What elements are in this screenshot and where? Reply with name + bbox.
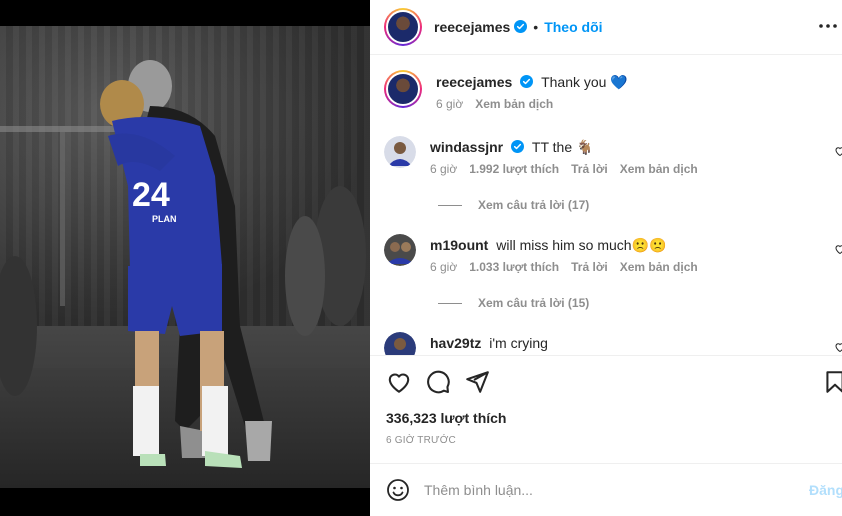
translate-link[interactable]: Xem bản dịch — [620, 162, 698, 176]
commenter-avatar[interactable] — [384, 332, 416, 356]
comment-text: TT the 🐐 — [531, 139, 594, 155]
comment-time[interactable]: 6 giờ — [430, 260, 457, 274]
verified-badge-icon — [510, 19, 528, 35]
verified-badge-icon — [516, 74, 534, 90]
bookmark-icon[interactable] — [822, 369, 842, 395]
comment-item: hav29tz i'm crying — [384, 332, 842, 356]
comments-list[interactable]: reecejames Thank you 💙 6 giờ Xem bản dịc… — [370, 56, 842, 356]
caption-text: Thank you — [541, 74, 607, 90]
comment-username[interactable]: windassjnr — [430, 139, 503, 155]
reply-button[interactable]: Trả lời — [571, 260, 608, 274]
verified-badge-icon — [507, 139, 525, 155]
send-icon[interactable] — [464, 369, 490, 395]
comment-bubble-icon[interactable] — [425, 369, 451, 395]
comment-text: will miss him so much🙁🙁 — [496, 237, 667, 253]
comment-input[interactable] — [424, 482, 784, 498]
view-replies-label: Xem câu trả lời (15) — [478, 296, 590, 310]
view-replies-button[interactable]: Xem câu trả lời (17) — [438, 198, 589, 212]
header-separator: • — [533, 19, 539, 35]
view-replies-button[interactable]: Xem câu trả lời (15) — [438, 296, 589, 310]
post-photo[interactable]: 24 PLAN — [0, 26, 370, 488]
caption-avatar[interactable] — [384, 70, 422, 108]
follow-button[interactable]: Theo dõi — [544, 19, 602, 35]
post-details-panel: reecejames • Theo dõi reecejames Thank y… — [370, 0, 842, 516]
caption-username[interactable]: reecejames — [436, 74, 512, 90]
comment-username[interactable]: hav29tz — [430, 335, 481, 351]
caption-time[interactable]: 6 giờ — [436, 97, 463, 111]
photo-figures: 24 PLAN — [0, 60, 366, 468]
post-comment-button[interactable]: Đăng — [809, 482, 842, 498]
more-options-icon[interactable] — [816, 14, 840, 38]
translate-link[interactable]: Xem bản dịch — [620, 260, 698, 274]
jersey-sponsor: PLAN — [152, 214, 177, 224]
likes-count[interactable]: 336,323 lượt thích — [386, 410, 506, 426]
jersey-number: 24 — [132, 176, 170, 214]
comment-item: m19ount will miss him so much🙁🙁 6 giờ 1.… — [384, 234, 842, 274]
commenter-avatar[interactable] — [384, 234, 416, 266]
post-media-panel: 24 PLAN — [0, 0, 370, 516]
post-header: reecejames • Theo dõi — [370, 0, 842, 55]
author-avatar[interactable] — [384, 8, 422, 46]
add-comment-bar: Đăng — [370, 463, 842, 516]
view-replies-label: Xem câu trả lời (17) — [478, 198, 590, 212]
post-action-bar — [370, 355, 842, 407]
comment-like-heart-icon[interactable] — [834, 242, 842, 258]
reply-button[interactable]: Trả lời — [571, 162, 608, 176]
emoji-smiley-icon[interactable] — [386, 478, 410, 502]
comment-text: i'm crying — [489, 335, 548, 351]
post-timestamp[interactable]: 6 GIỜ TRƯỚC — [386, 435, 456, 446]
commenter-avatar[interactable] — [384, 136, 416, 168]
comment-item: windassjnr TT the 🐐 6 giờ 1.992 lượt thí… — [384, 136, 842, 176]
heart-icon[interactable] — [386, 369, 412, 395]
comment-likes[interactable]: 1.033 lượt thích — [469, 260, 559, 274]
author-username[interactable]: reecejames — [434, 19, 510, 35]
comment-time[interactable]: 6 giờ — [430, 162, 457, 176]
blue-heart-emoji: 💙 — [610, 74, 628, 90]
comment-like-heart-icon[interactable] — [834, 340, 842, 356]
caption-item: reecejames Thank you 💙 6 giờ Xem bản dịc… — [384, 70, 836, 111]
comment-username[interactable]: m19ount — [430, 237, 488, 253]
comment-like-heart-icon[interactable] — [834, 144, 842, 160]
caption-translate-link[interactable]: Xem bản dịch — [475, 97, 553, 111]
comment-likes[interactable]: 1.992 lượt thích — [469, 162, 559, 176]
